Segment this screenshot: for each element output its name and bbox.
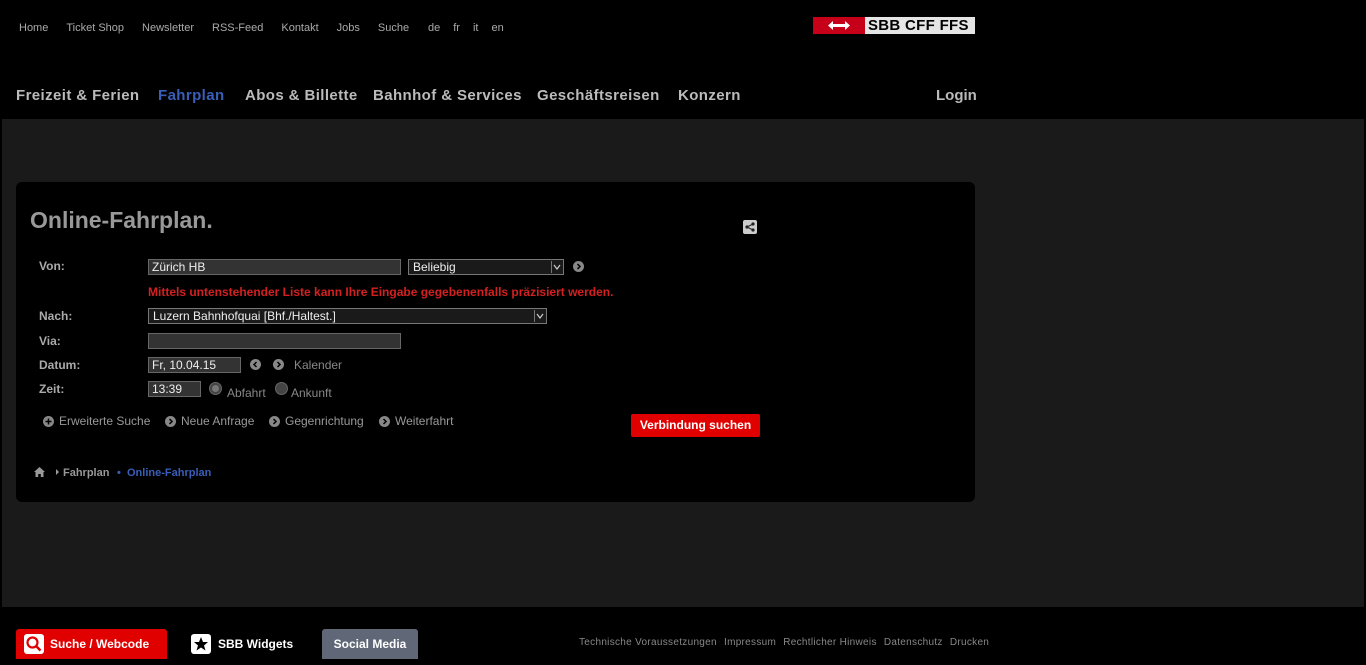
footer-link-impressum[interactable]: Impressum [724,637,776,648]
arrow-right-icon[interactable] [379,416,390,427]
social-media-button[interactable]: Social Media [322,629,418,659]
lang-it[interactable]: it [473,22,479,34]
lang-fr[interactable]: fr [453,22,460,34]
time-input[interactable]: 13:39 [148,381,201,397]
util-link-kontakt[interactable]: Kontakt [281,22,318,34]
breadcrumb-separator-icon [55,467,60,480]
nav-geschaeftsreisen[interactable]: Geschäftsreisen [537,87,660,104]
utility-nav: Home Ticket Shop Newsletter RSS-Feed Kon… [19,22,427,34]
time-label: Zeit: [39,382,65,396]
search-icon [24,634,44,654]
arrow-right-icon[interactable] [165,416,176,427]
prev-day-icon[interactable] [250,359,261,370]
date-label: Datum: [39,358,81,372]
breadcrumb-parent[interactable]: Fahrplan [63,467,109,479]
arrival-radio[interactable] [275,382,288,395]
departure-label: Abfahrt [227,386,266,400]
from-input[interactable]: Zürich HB [148,259,401,275]
arrival-label: Ankunft [291,386,332,400]
chevron-down-icon [534,310,545,322]
language-nav: de fr it en [428,22,517,34]
departure-radio[interactable] [209,382,222,395]
from-label: Von: [39,259,65,273]
footer-link-legal[interactable]: Rechtlicher Hinweis [783,637,877,648]
nav-freizeit-ferien[interactable]: Freizeit & Ferien [16,87,140,104]
sbb-widgets-label: SBB Widgets [218,637,294,651]
to-select[interactable]: Luzern Bahnhofquai [Bhf./Haltest.] [148,308,547,324]
breadcrumb-dot-icon: • [117,467,121,479]
star-icon [191,634,211,654]
reverse-direction-link[interactable]: Gegenrichtung [285,414,364,428]
arrow-right-icon[interactable] [269,416,280,427]
via-input[interactable] [148,333,401,349]
nav-bahnhof-services[interactable]: Bahnhof & Services [373,87,522,104]
util-link-rss-feed[interactable]: RSS-Feed [212,22,263,34]
warning-message: Mittels untenstehender Liste kann Ihre E… [148,285,614,299]
home-icon[interactable] [33,466,46,481]
nav-konzern[interactable]: Konzern [678,87,741,104]
page-title: Online-Fahrplan. [30,207,213,233]
from-type-select[interactable]: Beliebig [408,259,564,275]
footer-links: Technische Voraussetzungen Impressum Rec… [579,637,993,648]
util-link-home[interactable]: Home [19,22,48,34]
timetable-panel: Online-Fahrplan. Von: Zürich HB Beliebig… [16,182,975,502]
sbb-arrows-icon [813,17,865,34]
logo-text: SBB CFF FFS [865,17,975,34]
search-webcode-button[interactable]: Suche / Webcode [16,629,167,659]
search-connection-button[interactable]: Verbindung suchen [631,414,760,437]
footer-link-print[interactable]: Drucken [950,637,989,648]
lang-de[interactable]: de [428,22,440,34]
breadcrumb-current: Online-Fahrplan [127,467,212,479]
sbb-widgets-button[interactable]: SBB Widgets [187,629,307,659]
continue-journey-link[interactable]: Weiterfahrt [395,414,453,428]
sbb-logo[interactable]: SBB CFF FFS [813,17,975,34]
share-icon[interactable] [743,220,757,234]
plus-icon[interactable] [43,416,54,427]
next-day-icon[interactable] [273,359,284,370]
chevron-down-icon [551,261,562,273]
search-webcode-label: Suche / Webcode [50,637,150,651]
nav-abos-billette[interactable]: Abos & Billette [245,87,358,104]
util-link-suche[interactable]: Suche [378,22,409,34]
util-link-newsletter[interactable]: Newsletter [142,22,194,34]
lang-en[interactable]: en [491,22,503,34]
calendar-link[interactable]: Kalender [294,358,342,372]
to-value: Luzern Bahnhofquai [Bhf./Haltest.] [153,309,336,323]
extended-search-link[interactable]: Erweiterte Suche [59,414,150,428]
nav-fahrplan[interactable]: Fahrplan [158,87,225,104]
via-label: Via: [39,334,61,348]
date-input[interactable]: Fr, 10.04.15 [148,357,241,373]
new-query-link[interactable]: Neue Anfrage [181,414,254,428]
info-arrow-icon[interactable] [573,261,584,272]
footer-link-tech[interactable]: Technische Voraussetzungen [579,637,717,648]
login-link[interactable]: Login [936,87,977,104]
util-link-ticket-shop[interactable]: Ticket Shop [66,22,124,34]
footer-link-privacy[interactable]: Datenschutz [884,637,943,648]
util-link-jobs[interactable]: Jobs [337,22,360,34]
to-label: Nach: [39,309,73,323]
from-type-value: Beliebig [413,260,456,274]
